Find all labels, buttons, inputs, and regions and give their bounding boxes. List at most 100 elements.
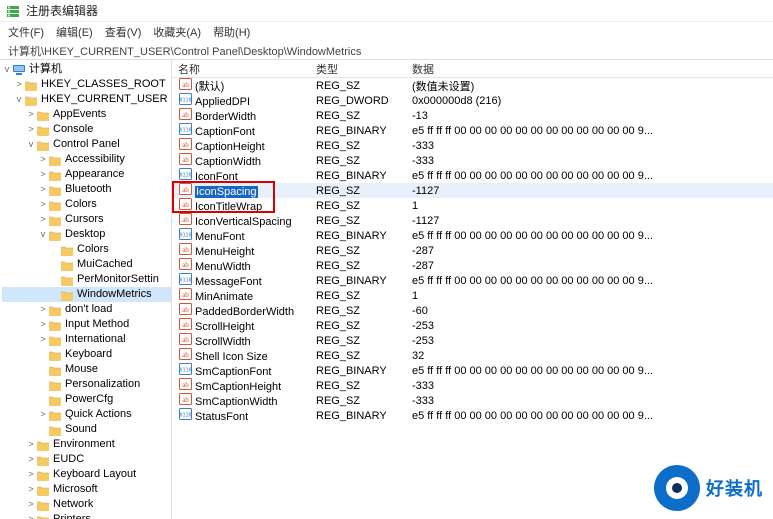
tree-item[interactable]: >HKEY_CLASSES_ROOT — [2, 77, 171, 92]
tree-item-label: don't load — [65, 302, 112, 317]
chevron-right-icon[interactable]: > — [38, 212, 48, 227]
svg-text:ab: ab — [182, 81, 189, 89]
tree-item[interactable]: >PowerCfg — [2, 392, 171, 407]
chevron-right-icon[interactable]: > — [38, 167, 48, 182]
chevron-right-icon[interactable]: > — [14, 77, 24, 92]
tree-item[interactable]: >Microsoft — [2, 482, 171, 497]
chevron-right-icon[interactable]: > — [38, 407, 48, 422]
col-name[interactable]: 名称 — [176, 61, 316, 77]
tree-item[interactable]: >Sound — [2, 422, 171, 437]
col-type[interactable]: 类型 — [316, 61, 412, 77]
chevron-right-icon[interactable]: > — [26, 122, 36, 137]
tree-item[interactable]: >Network — [2, 497, 171, 512]
chevron-right-icon[interactable]: > — [26, 482, 36, 497]
tree-item[interactable]: >Cursors — [2, 212, 171, 227]
chevron-down-icon[interactable]: v — [14, 92, 24, 107]
value-data: e5 ff ff ff 00 00 00 00 00 00 00 00 00 0… — [412, 275, 773, 287]
list-pane[interactable]: 名称 类型 数据 ab(默认)REG_SZ(数值未设置)0110AppliedD… — [172, 60, 773, 519]
tree-item[interactable]: >Bluetooth — [2, 182, 171, 197]
twisty-icon[interactable]: v — [2, 62, 12, 77]
tree-item[interactable]: >MuiCached — [2, 257, 171, 272]
tree-pane[interactable]: v 计算机 >HKEY_CLASSES_ROOTvHKEY_CURRENT_US… — [0, 60, 172, 519]
registry-value-row[interactable]: abIconSpacingREG_SZ-1127 — [172, 183, 773, 198]
registry-value-row[interactable]: 0110IconFontREG_BINARYe5 ff ff ff 00 00 … — [172, 168, 773, 183]
registry-value-row[interactable]: abMenuWidthREG_SZ-287 — [172, 258, 773, 273]
chevron-right-icon[interactable]: > — [38, 317, 48, 332]
menu-favorites[interactable]: 收藏夹(A) — [153, 24, 201, 40]
value-type: REG_SZ — [316, 80, 412, 92]
tree-item[interactable]: vHKEY_CURRENT_USER — [2, 92, 171, 107]
chevron-down-icon[interactable]: v — [26, 137, 36, 152]
tree-item[interactable]: >EUDC — [2, 452, 171, 467]
chevron-right-icon[interactable]: > — [38, 182, 48, 197]
list-header[interactable]: 名称 类型 数据 — [172, 60, 773, 78]
tree-item-label: Environment — [53, 437, 115, 452]
twisty-blank: > — [50, 242, 60, 257]
registry-value-row[interactable]: abPaddedBorderWidthREG_SZ-60 — [172, 303, 773, 318]
tree-item[interactable]: > Input Method — [2, 317, 171, 332]
tree-item[interactable]: >Colors — [2, 242, 171, 257]
chevron-right-icon[interactable]: > — [38, 197, 48, 212]
tree-item[interactable]: >WindowMetrics — [2, 287, 171, 302]
chevron-right-icon[interactable]: > — [26, 107, 36, 122]
registry-value-row[interactable]: abCaptionHeightREG_SZ-333 — [172, 138, 773, 153]
menu-edit[interactable]: 编辑(E) — [56, 24, 93, 40]
tree-item[interactable]: >AppEvents — [2, 107, 171, 122]
registry-value-row[interactable]: 0110StatusFontREG_BINARYe5 ff ff ff 00 0… — [172, 408, 773, 423]
tree-item[interactable]: > don't load — [2, 302, 171, 317]
tree-root[interactable]: v 计算机 — [2, 62, 171, 77]
registry-value-row[interactable]: abIconVerticalSpacingREG_SZ-1127 — [172, 213, 773, 228]
svg-text:0110: 0110 — [179, 278, 191, 284]
tree-item[interactable]: >Colors — [2, 197, 171, 212]
tree-item[interactable]: > Environment — [2, 437, 171, 452]
chevron-right-icon[interactable]: > — [26, 497, 36, 512]
registry-value-row[interactable]: abScrollHeightREG_SZ-253 — [172, 318, 773, 333]
tree-item[interactable]: >Quick Actions — [2, 407, 171, 422]
tree-item[interactable]: >International — [2, 332, 171, 347]
tree-item[interactable]: >Console — [2, 122, 171, 137]
menu-view[interactable]: 查看(V) — [105, 24, 142, 40]
value-data: -1127 — [412, 215, 773, 227]
registry-value-row[interactable]: abCaptionWidthREG_SZ-333 — [172, 153, 773, 168]
registry-value-row[interactable]: abMenuHeightREG_SZ-287 — [172, 243, 773, 258]
registry-value-row[interactable]: abBorderWidthREG_SZ-13 — [172, 108, 773, 123]
registry-value-row[interactable]: 0110SmCaptionFontREG_BINARYe5 ff ff ff 0… — [172, 363, 773, 378]
chevron-right-icon[interactable]: > — [38, 302, 48, 317]
registry-value-row[interactable]: abSmCaptionWidthREG_SZ-333 — [172, 393, 773, 408]
chevron-right-icon[interactable]: > — [38, 332, 48, 347]
chevron-down-icon[interactable]: v — [38, 227, 48, 242]
tree-item[interactable]: >Keyboard Layout — [2, 467, 171, 482]
tree-item[interactable]: >Accessibility — [2, 152, 171, 167]
registry-value-row[interactable]: abIconTitleWrapREG_SZ1 — [172, 198, 773, 213]
tree-item[interactable]: >Printers — [2, 512, 171, 519]
chevron-right-icon[interactable]: > — [26, 467, 36, 482]
registry-value-row[interactable]: 0110MessageFontREG_BINARYe5 ff ff ff 00 … — [172, 273, 773, 288]
chevron-right-icon[interactable]: > — [38, 152, 48, 167]
registry-value-row[interactable]: 0110CaptionFontREG_BINARYe5 ff ff ff 00 … — [172, 123, 773, 138]
registry-value-row[interactable]: abShell Icon SizeREG_SZ32 — [172, 348, 773, 363]
col-data[interactable]: 数据 — [412, 61, 773, 77]
registry-value-row[interactable]: abMinAnimateREG_SZ1 — [172, 288, 773, 303]
registry-value-row[interactable]: abScrollWidthREG_SZ-253 — [172, 333, 773, 348]
tree-item[interactable]: >Mouse — [2, 362, 171, 377]
tree-item[interactable]: >PerMonitorSettin — [2, 272, 171, 287]
registry-value-row[interactable]: ab(默认)REG_SZ(数值未设置) — [172, 78, 773, 93]
chevron-right-icon[interactable]: > — [26, 512, 36, 519]
tree-item-label: WindowMetrics — [77, 287, 152, 302]
twisty-blank: > — [50, 272, 60, 287]
registry-value-row[interactable]: 0110AppliedDPIREG_DWORD0x000000d8 (216) — [172, 93, 773, 108]
chevron-right-icon[interactable]: > — [26, 452, 36, 467]
tree-item[interactable]: vControl Panel — [2, 137, 171, 152]
registry-value-row[interactable]: 0110MenuFontREG_BINARYe5 ff ff ff 00 00 … — [172, 228, 773, 243]
menu-file[interactable]: 文件(F) — [8, 24, 44, 40]
chevron-right-icon[interactable]: > — [26, 437, 36, 452]
tree-item-label: Input Method — [65, 317, 129, 332]
tree-item[interactable]: >Appearance — [2, 167, 171, 182]
registry-value-row[interactable]: abSmCaptionHeightREG_SZ-333 — [172, 378, 773, 393]
tree-item[interactable]: >Personalization — [2, 377, 171, 392]
value-type: REG_SZ — [316, 215, 412, 227]
menu-help[interactable]: 帮助(H) — [213, 24, 250, 40]
tree-item[interactable]: vDesktop — [2, 227, 171, 242]
tree-item[interactable]: >Keyboard — [2, 347, 171, 362]
addressbar[interactable]: 计算机\HKEY_CURRENT_USER\Control Panel\Desk… — [0, 42, 773, 60]
